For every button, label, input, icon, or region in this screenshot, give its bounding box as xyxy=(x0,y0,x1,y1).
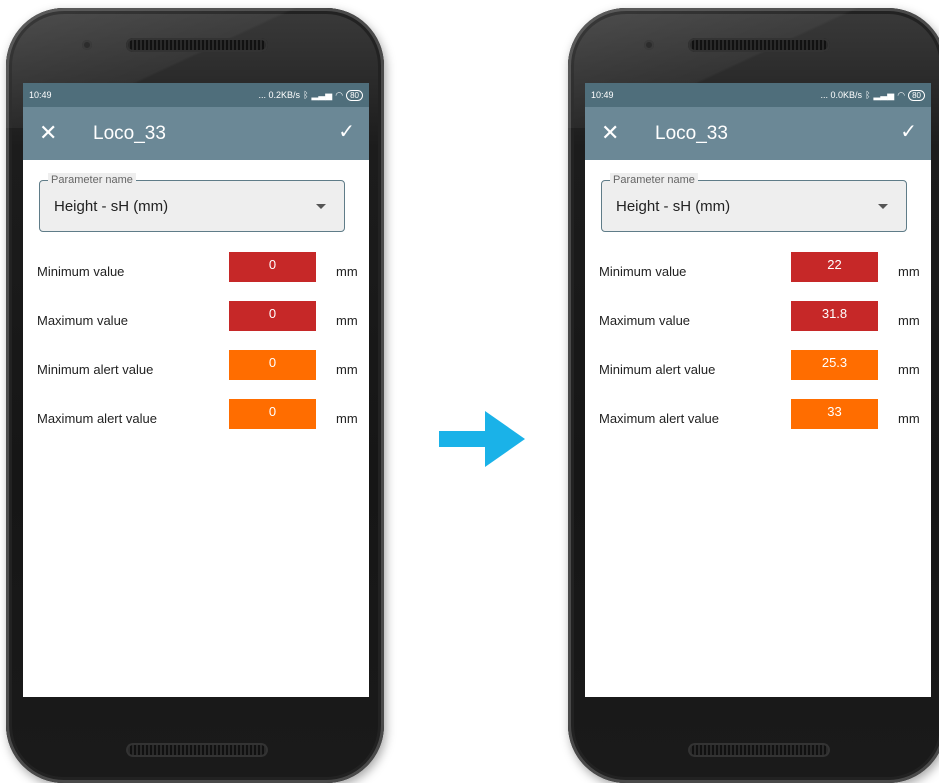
row-unit: mm xyxy=(898,313,920,328)
row-unit: mm xyxy=(898,264,920,279)
phone-after: 10:49 ... 0.0KB/s ᛒ ▂▃▅ ◠ 80 ✕ Loco_33 ✓… xyxy=(568,8,939,783)
app-bar: ✕ Loco_33 ✓ xyxy=(23,107,369,160)
row-unit: mm xyxy=(336,264,358,279)
minimum-alert-value-input[interactable]: 0 xyxy=(229,350,316,380)
bluetooth-icon: ᛒ xyxy=(865,90,871,100)
wifi-icon: ◠ xyxy=(335,89,344,100)
parameter-select[interactable]: Parameter name Height - sH (mm) xyxy=(601,173,907,232)
value-rows: Minimum value 22 mm Maximum value 31.8 m… xyxy=(599,250,920,446)
row-label: Minimum value xyxy=(599,264,687,279)
parameter-label: Parameter name xyxy=(48,173,136,187)
maximum-alert-value-input[interactable]: 33 xyxy=(791,399,878,429)
row-label: Maximum alert value xyxy=(599,411,719,426)
battery-icon: 80 xyxy=(346,89,363,101)
bottom-speaker xyxy=(126,743,268,757)
check-icon[interactable]: ✓ xyxy=(900,118,917,146)
bluetooth-icon: ᛒ xyxy=(303,90,309,100)
maximum-alert-value-input[interactable]: 0 xyxy=(229,399,316,429)
signal-icon: ▂▃▅ xyxy=(311,89,333,100)
row-unit: mm xyxy=(336,362,358,377)
close-icon[interactable]: ✕ xyxy=(39,119,57,147)
network-speed: ... 0.0KB/s xyxy=(820,90,863,100)
row-maximum-alert-value: Maximum alert value 0 mm xyxy=(37,397,358,446)
parameter-label: Parameter name xyxy=(610,173,698,187)
front-camera xyxy=(82,40,92,50)
parameter-value: Height - sH (mm) xyxy=(616,198,731,215)
page-title: Loco_33 xyxy=(655,123,728,144)
row-minimum-value: Minimum value 0 mm xyxy=(37,250,358,299)
network-speed: ... 0.2KB/s xyxy=(258,90,301,100)
row-unit: mm xyxy=(898,411,920,426)
arrow-shape xyxy=(439,411,525,467)
earpiece-speaker xyxy=(126,38,268,52)
app-bar: ✕ Loco_33 ✓ xyxy=(585,107,931,160)
minimum-alert-value-input[interactable]: 25.3 xyxy=(791,350,878,380)
row-maximum-alert-value: Maximum alert value 33 mm xyxy=(599,397,920,446)
row-minimum-alert-value: Minimum alert value 25.3 mm xyxy=(599,348,920,397)
status-time: 10:49 xyxy=(29,90,52,100)
row-label: Maximum value xyxy=(599,313,691,328)
row-label: Maximum value xyxy=(37,313,129,328)
check-icon[interactable]: ✓ xyxy=(338,118,355,146)
status-time: 10:49 xyxy=(591,90,614,100)
parameter-value: Height - sH (mm) xyxy=(54,198,169,215)
maximum-value-input[interactable]: 0 xyxy=(229,301,316,331)
row-label: Minimum alert value xyxy=(599,362,716,377)
value-rows: Minimum value 0 mm Maximum value 0 mm Mi… xyxy=(37,250,358,446)
row-label: Maximum alert value xyxy=(37,411,157,426)
battery-icon: 80 xyxy=(908,89,925,101)
row-label: Minimum alert value xyxy=(37,362,154,377)
row-minimum-value: Minimum value 22 mm xyxy=(599,250,920,299)
page-title: Loco_33 xyxy=(93,123,166,144)
phone-before: 10:49 ... 0.2KB/s ᛒ ▂▃▅ ◠ 80 ✕ Loco_33 ✓… xyxy=(6,8,384,783)
earpiece-speaker xyxy=(688,38,830,52)
minimum-value-input[interactable]: 22 xyxy=(791,252,878,282)
row-maximum-value: Maximum value 31.8 mm xyxy=(599,299,920,348)
arrow-right-icon xyxy=(439,411,525,467)
row-unit: mm xyxy=(336,411,358,426)
bottom-speaker xyxy=(688,743,830,757)
status-bar: 10:49 ... 0.0KB/s ᛒ ▂▃▅ ◠ 80 xyxy=(585,83,931,107)
row-unit: mm xyxy=(898,362,920,377)
status-bar: 10:49 ... 0.2KB/s ᛒ ▂▃▅ ◠ 80 xyxy=(23,83,369,107)
row-minimum-alert-value: Minimum alert value 0 mm xyxy=(37,348,358,397)
phone-screen: 10:49 ... 0.0KB/s ᛒ ▂▃▅ ◠ 80 ✕ Loco_33 ✓… xyxy=(585,83,931,697)
wifi-icon: ◠ xyxy=(897,89,906,100)
dropdown-arrow-icon[interactable] xyxy=(878,204,888,209)
row-label: Minimum value xyxy=(37,264,125,279)
front-camera xyxy=(644,40,654,50)
row-unit: mm xyxy=(336,313,358,328)
close-icon[interactable]: ✕ xyxy=(601,119,619,147)
phone-screen: 10:49 ... 0.2KB/s ᛒ ▂▃▅ ◠ 80 ✕ Loco_33 ✓… xyxy=(23,83,369,697)
signal-icon: ▂▃▅ xyxy=(873,89,895,100)
dropdown-arrow-icon[interactable] xyxy=(316,204,326,209)
minimum-value-input[interactable]: 0 xyxy=(229,252,316,282)
parameter-select[interactable]: Parameter name Height - sH (mm) xyxy=(39,173,345,232)
row-maximum-value: Maximum value 0 mm xyxy=(37,299,358,348)
maximum-value-input[interactable]: 31.8 xyxy=(791,301,878,331)
